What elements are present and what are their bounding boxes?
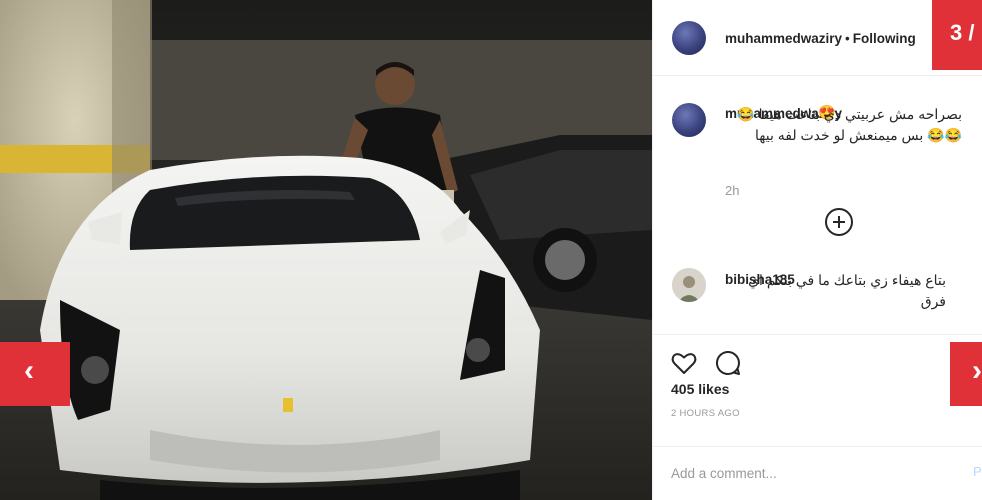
- post-timestamp: 2 HOURS AGO: [671, 408, 740, 419]
- author-avatar[interactable]: [672, 21, 706, 55]
- commenter-avatar-image: [672, 268, 706, 302]
- commenter-avatar[interactable]: [672, 268, 706, 302]
- post-comment-button[interactable]: P: [973, 464, 982, 479]
- previous-post-button[interactable]: ‹: [0, 342, 70, 406]
- follow-status-button[interactable]: Following: [853, 31, 916, 46]
- likes-count[interactable]: 405 likes: [671, 381, 729, 397]
- add-comment-input[interactable]: [671, 459, 951, 487]
- author-username[interactable]: muhammedwaziry: [725, 31, 842, 46]
- post-image: [0, 0, 652, 500]
- comment-text: بتاع هيفاء زي بتاعك ما في بنكم اي فرق: [748, 272, 946, 309]
- caption-timestamp[interactable]: 2h: [725, 183, 739, 198]
- separator-dot: •: [845, 31, 850, 46]
- comment-icon[interactable]: [714, 349, 742, 377]
- next-post-button[interactable]: ›: [950, 342, 982, 406]
- post-side-panel: muhammedwaziry • Following muhammedwaziry …: [652, 0, 982, 500]
- post-photo[interactable]: [0, 0, 652, 500]
- caption-avatar[interactable]: [672, 103, 706, 137]
- chevron-right-icon: ›: [972, 354, 982, 387]
- page-counter: 3 /: [932, 0, 982, 70]
- load-more-comments-plus-icon[interactable]: [825, 208, 853, 236]
- caption-text: بصراحه مش عربيتي دي بتاعت هيفا 😂😂😂 بس مي…: [737, 106, 962, 143]
- author-line: muhammedwaziry • Following: [725, 31, 916, 46]
- chevron-left-icon: ‹: [24, 354, 34, 387]
- heart-icon[interactable]: [670, 349, 698, 377]
- add-comment-bar: P: [653, 446, 982, 500]
